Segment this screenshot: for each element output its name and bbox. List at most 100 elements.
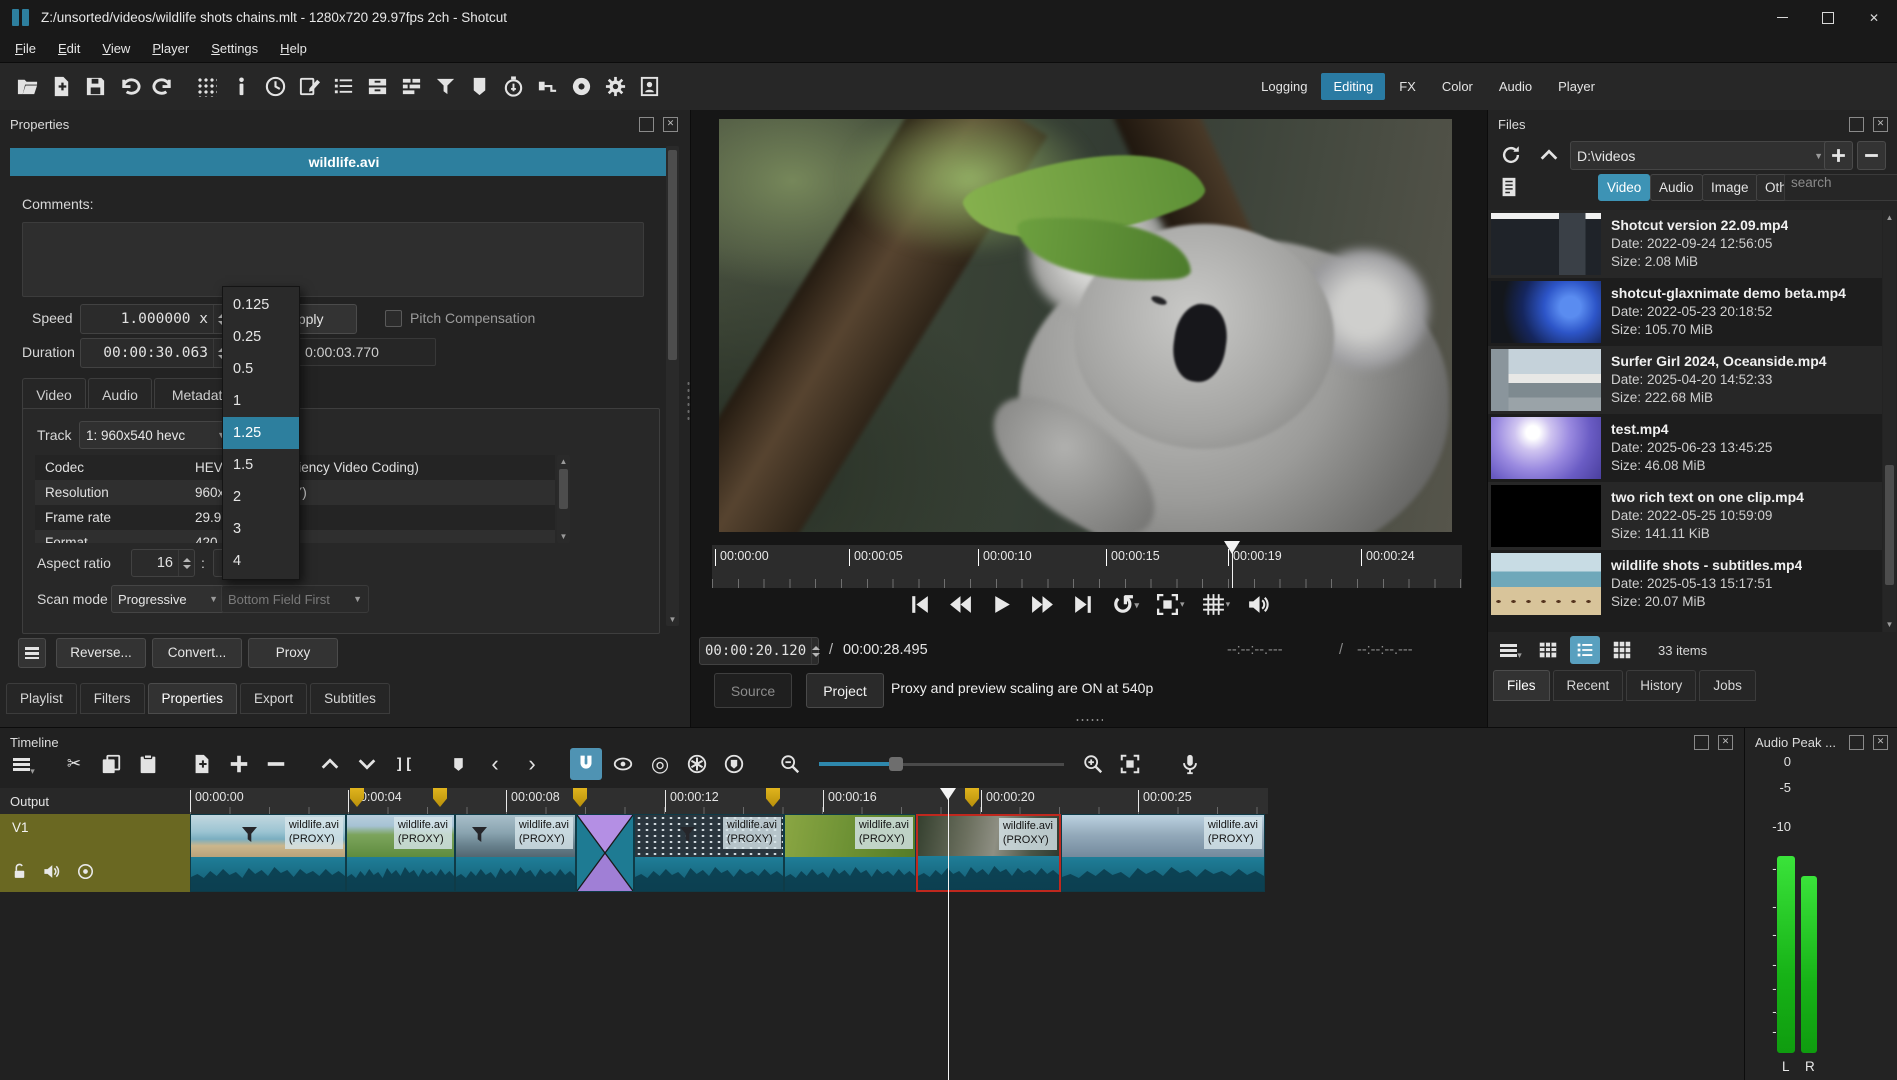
ripple-button[interactable]: ◎ xyxy=(644,748,676,780)
mode-tab[interactable]: Audio xyxy=(1487,73,1544,100)
timer-button[interactable] xyxy=(496,70,530,104)
playlist-button[interactable] xyxy=(326,70,360,104)
spinner-arrows-icon[interactable] xyxy=(178,550,194,576)
chevron-down-icon[interactable]: ▾ xyxy=(1135,593,1140,617)
snap-button[interactable] xyxy=(570,748,602,780)
chevron-down-icon[interactable]: ▾ xyxy=(1226,599,1231,610)
ripple-markers-button[interactable] xyxy=(718,748,750,780)
rewind-button[interactable] xyxy=(948,592,973,617)
file-list-item[interactable]: Shotcut version 22.09.mp4 Date: 2022-09-… xyxy=(1488,210,1882,278)
dock-tab[interactable]: Filters xyxy=(80,683,145,714)
menu-item[interactable]: View xyxy=(93,38,139,59)
float-panel-icon[interactable] xyxy=(1849,117,1864,132)
play-button[interactable] xyxy=(989,592,1014,617)
mode-tab[interactable]: Player xyxy=(1546,73,1607,100)
save-button[interactable] xyxy=(78,70,112,104)
dock-tab[interactable]: Subtitles xyxy=(310,683,390,714)
dock-tab[interactable]: Files xyxy=(1493,670,1550,701)
chevron-down-icon[interactable]: ▾ xyxy=(1180,599,1185,610)
file-list-item[interactable]: two rich text on one clip.mp4 Date: 2022… xyxy=(1488,482,1882,550)
proxy-button[interactable]: Proxy xyxy=(248,638,338,668)
copy-button[interactable] xyxy=(95,748,127,780)
add-location-button[interactable] xyxy=(1824,141,1853,170)
tab-video[interactable]: Video xyxy=(22,378,86,410)
filters-button[interactable] xyxy=(428,70,462,104)
volume-button[interactable] xyxy=(1246,592,1271,617)
file-details-button[interactable] xyxy=(1496,172,1522,202)
scrub-while-dragging-button[interactable] xyxy=(607,748,639,780)
mode-tab[interactable]: Color xyxy=(1430,73,1485,100)
output-track-header[interactable]: Output xyxy=(0,788,190,815)
record-button[interactable] xyxy=(564,70,598,104)
properties-menu-button[interactable] xyxy=(18,638,46,668)
open-other-button[interactable] xyxy=(44,70,78,104)
zoom-fit-button[interactable]: ▾ xyxy=(1155,592,1185,617)
refresh-button[interactable] xyxy=(1496,140,1526,170)
list-view-button[interactable] xyxy=(1570,636,1600,664)
zoom-timeline-in-button[interactable] xyxy=(1077,748,1109,780)
undo-button[interactable] xyxy=(112,70,146,104)
notes-button[interactable] xyxy=(292,70,326,104)
files-menu-button[interactable]: ▾ xyxy=(1496,636,1526,664)
menu-item[interactable]: Edit xyxy=(49,38,89,59)
append-button[interactable] xyxy=(186,748,218,780)
file-list-item[interactable]: Surfer Girl 2024, Oceanside.mp4 Date: 20… xyxy=(1488,346,1882,414)
scroll-down-icon[interactable]: ▼ xyxy=(557,532,570,541)
dropdown-option[interactable]: 0.5 xyxy=(223,353,299,385)
overwrite-down-button[interactable] xyxy=(351,748,383,780)
menu-item[interactable]: Help xyxy=(271,38,316,59)
menu-item[interactable]: File xyxy=(6,38,45,59)
record-audio-button[interactable] xyxy=(1174,748,1206,780)
file-list-item[interactable]: test.mp4 Date: 2025-06-23 13:45:25 Size:… xyxy=(1488,414,1882,482)
dock-tab[interactable]: Playlist xyxy=(6,683,77,714)
filters-panel-button[interactable] xyxy=(360,70,394,104)
properties-scrollbar[interactable]: ▼ xyxy=(666,146,679,626)
timeline-clip[interactable]: wildlife.avi (PROXY) xyxy=(916,814,1061,892)
redo-button[interactable] xyxy=(146,70,180,104)
timeline-menu-button[interactable]: ▾ xyxy=(8,748,40,780)
timeline-clip[interactable]: wildlife.avi (PROXY) xyxy=(784,814,916,892)
filter-chip[interactable]: Audio xyxy=(1650,174,1703,201)
up-directory-button[interactable] xyxy=(1536,142,1562,168)
keyframes-button[interactable] xyxy=(530,70,564,104)
player-time-ruler[interactable]: 00:00:0000:00:0500:00:1000:00:1500:00:19… xyxy=(712,545,1462,588)
marker-button[interactable] xyxy=(442,748,474,780)
comments-textarea[interactable] xyxy=(22,222,644,297)
dropdown-option[interactable]: 1.5 xyxy=(223,449,299,481)
zoom-timeline-out-button[interactable] xyxy=(774,748,806,780)
dock-tab[interactable]: Recent xyxy=(1553,670,1624,701)
dock-tab[interactable]: History xyxy=(1626,670,1696,701)
filter-chip[interactable]: Video xyxy=(1598,174,1650,201)
previous-marker-button[interactable]: ‹ xyxy=(479,748,511,780)
reverse-button[interactable]: Reverse... xyxy=(56,638,146,668)
timeline-clip[interactable]: wildlife.avi (PROXY) xyxy=(634,814,784,892)
timeline-clip[interactable]: wildlife.avi (PROXY) xyxy=(1061,814,1265,892)
tab-audio[interactable]: Audio xyxy=(88,378,152,410)
path-combo[interactable]: D:\videos▼ xyxy=(1570,141,1830,170)
ripple-delete-button[interactable] xyxy=(260,748,292,780)
skip-end-button[interactable] xyxy=(1071,592,1096,617)
file-list-item[interactable]: shotcut-glaxnimate demo beta.mp4 Date: 2… xyxy=(1488,278,1882,346)
timeline-panel-button[interactable] xyxy=(394,70,428,104)
current-time-spinner[interactable]: 00:00:20.120 xyxy=(699,637,819,665)
menu-item[interactable]: Settings xyxy=(202,38,267,59)
lift-button[interactable] xyxy=(314,748,346,780)
close-button[interactable]: ✕ xyxy=(1851,0,1897,35)
remove-location-button[interactable] xyxy=(1857,141,1886,170)
details-view-button[interactable] xyxy=(1533,636,1563,664)
scroll-up-icon[interactable]: ▲ xyxy=(557,457,570,466)
timeline-clip[interactable]: wildlife.avi (PROXY) xyxy=(455,814,576,892)
aspect-width-spinner[interactable]: 16 xyxy=(131,549,195,577)
player-tab[interactable]: Project xyxy=(806,673,884,708)
grid-view-button[interactable] xyxy=(1607,636,1637,664)
player-tab[interactable]: Source xyxy=(714,673,792,708)
convert-button[interactable]: Convert... xyxy=(152,638,242,668)
dock-tab[interactable]: Jobs xyxy=(1699,670,1756,701)
splitter-handle[interactable] xyxy=(1075,718,1103,722)
search-input[interactable]: search xyxy=(1784,174,1897,201)
minimize-button[interactable] xyxy=(1759,0,1805,35)
file-list-item[interactable]: wildlife shots - subtitles.mp4 Date: 202… xyxy=(1488,550,1882,618)
close-panel-icon[interactable]: ✕ xyxy=(663,117,678,132)
track-combo[interactable]: 1: 960x540 hevc▼ xyxy=(79,421,233,449)
ripple-all-tracks-button[interactable] xyxy=(681,748,713,780)
